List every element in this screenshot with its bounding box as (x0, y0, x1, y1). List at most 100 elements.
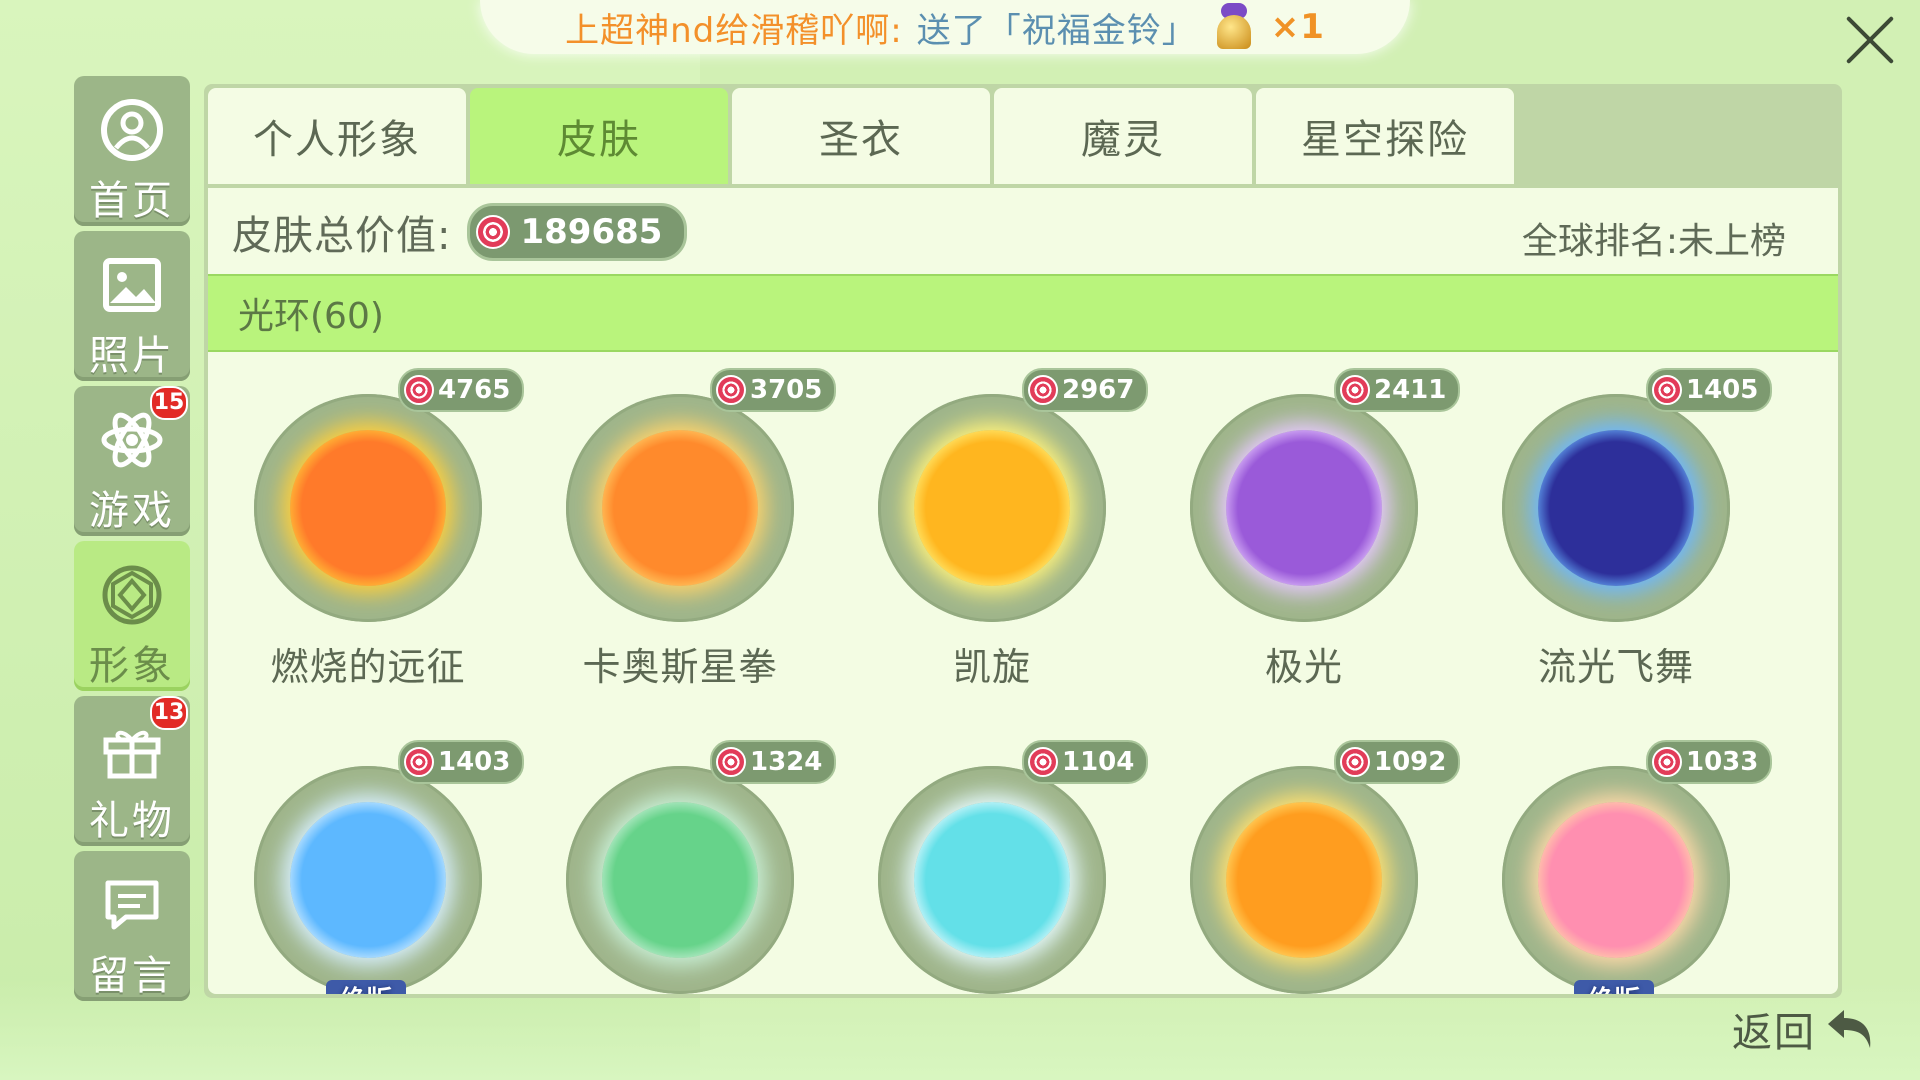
limited-edition-tag: 绝版 (326, 980, 406, 994)
item-price-pill: 3705 (710, 368, 837, 412)
halo-orb-icon (914, 802, 1070, 958)
item-price-pill: 1324 (710, 740, 837, 784)
item-name: 极光 (1264, 645, 1343, 689)
candy-gem-icon (1028, 375, 1058, 405)
item-name: 卡奥斯星拳 (582, 645, 778, 689)
item-name: 凯旋 (952, 645, 1031, 689)
candy-gem-icon (1652, 375, 1682, 405)
global-rank-text: 全球排名:未上榜 (1521, 221, 1786, 262)
candy-gem-icon (1028, 747, 1058, 777)
gift-notification-banner: 上超神nd给滑稽吖啊: 送了「祝福金铃」 ×1 (480, 0, 1410, 54)
candy-gem-icon (404, 375, 434, 405)
total-value-pill: 189685 (467, 203, 688, 261)
main-panel: 个人形象 皮肤 圣衣 魔灵 星空探险 皮肤总价值: 189685 全球排名:未上… (204, 84, 1842, 998)
item-price: 1324 (750, 747, 823, 777)
item-name: 燃烧的远征 (270, 645, 466, 689)
item-price-pill: 1403 (398, 740, 525, 784)
back-label: 返回 (1732, 1010, 1816, 1056)
diamond-icon (102, 565, 162, 625)
item-price: 1104 (1062, 747, 1135, 777)
tab-personal-image[interactable]: 个人形象 (208, 88, 466, 184)
sidebar-item-label: 礼物 (89, 798, 175, 844)
sidebar-item-label: 留言 (89, 953, 175, 999)
item-price-pill: 2411 (1334, 368, 1461, 412)
gift-icon (103, 730, 161, 779)
limited-edition-tag: 绝版 (1574, 980, 1654, 994)
banner-sender-text: 上超神nd给滑稽吖啊: (565, 10, 903, 51)
golden-bell-icon (1211, 3, 1257, 51)
sidebar-item-label: 形象 (89, 643, 175, 689)
halo-orb-icon (1538, 802, 1694, 958)
halo-orb-icon (602, 430, 758, 586)
back-button[interactable]: 返回 (1732, 1000, 1878, 1058)
item-price: 1405 (1686, 375, 1759, 405)
halo-item[interactable]: 1033 绝版 (1456, 736, 1773, 994)
section-title: 光环(60) (238, 296, 384, 337)
halo-orb-icon (290, 430, 446, 586)
item-price-pill: 1405 (1646, 368, 1773, 412)
halo-orb-icon (1226, 802, 1382, 958)
halo-item[interactable]: 4765 燃烧的远征 (208, 364, 525, 694)
candy-gem-icon (404, 747, 434, 777)
sidebar-item-games[interactable]: 游戏 15 (74, 386, 190, 536)
halo-item[interactable]: 1104 (832, 736, 1149, 994)
candy-gem-icon (1340, 375, 1370, 405)
candy-gem-icon (1340, 747, 1370, 777)
candy-gem-icon (1652, 747, 1682, 777)
item-price: 1092 (1374, 747, 1447, 777)
sidebar-item-photos[interactable]: 照片 (74, 231, 190, 381)
candy-gem-icon (716, 375, 746, 405)
halo-orb-icon (1226, 430, 1382, 586)
total-value-number: 189685 (520, 212, 663, 252)
sidebar-item-gifts[interactable]: 礼物 13 (74, 696, 190, 846)
close-icon[interactable] (1840, 10, 1900, 70)
item-name: 流光飞舞 (1537, 645, 1694, 689)
notification-badge: 15 (150, 386, 188, 420)
sidebar-item-label: 游戏 (89, 488, 175, 534)
item-price: 3705 (750, 375, 823, 405)
candy-gem-icon (476, 215, 511, 249)
atom-game-icon (101, 412, 163, 468)
item-price-pill: 2967 (1022, 368, 1149, 412)
halo-orb-icon (602, 802, 758, 958)
item-price-pill: 1092 (1334, 740, 1461, 784)
halo-item[interactable]: 3705 卡奥斯星拳 (520, 364, 837, 694)
notification-badge: 13 (150, 696, 188, 730)
section-header-halo[interactable]: 光环(60) (208, 274, 1838, 352)
total-value-row: 皮肤总价值: 189685 (232, 202, 688, 262)
sidebar-item-label: 首页 (89, 178, 175, 224)
halo-item[interactable]: 2967 凯旋 (832, 364, 1149, 694)
item-price-pill: 4765 (398, 368, 525, 412)
banner-gift-count: ×1 (1270, 7, 1325, 47)
item-price: 1403 (438, 747, 511, 777)
banner-action-text: 送了「祝福金铃」 (916, 10, 1197, 51)
item-price: 1033 (1686, 747, 1759, 777)
sidebar-item-label: 照片 (89, 333, 175, 379)
halo-item[interactable]: 1403 绝版 (208, 736, 525, 994)
item-price-pill: 1104 (1022, 740, 1149, 784)
item-price: 4765 (438, 375, 511, 405)
sidebar-item-avatar[interactable]: 形象 (74, 541, 190, 691)
sidebar-item-home[interactable]: 首页 (74, 76, 190, 226)
tab-bar: 个人形象 皮肤 圣衣 魔灵 星空探险 (208, 88, 1514, 184)
halo-item[interactable]: 1324 (520, 736, 837, 994)
halo-orb-icon (1538, 430, 1694, 586)
candy-gem-icon (716, 747, 746, 777)
item-price-pill: 1033 (1646, 740, 1773, 784)
photo-icon (103, 258, 161, 312)
home-profile-icon (101, 99, 163, 161)
tab-star-adventure[interactable]: 星空探险 (1256, 88, 1514, 184)
tab-holy-cloth[interactable]: 圣衣 (732, 88, 990, 184)
tab-spirits[interactable]: 魔灵 (994, 88, 1252, 184)
sidebar: 首页 照片 游戏 15 形象 礼物 13 留言 (74, 76, 192, 1006)
halo-orb-icon (290, 802, 446, 958)
halo-item[interactable]: 2411 极光 (1144, 364, 1461, 694)
message-icon (105, 880, 159, 930)
halo-item[interactable]: 1405 流光飞舞 (1456, 364, 1773, 694)
sidebar-item-messages[interactable]: 留言 (74, 851, 190, 1001)
skins-content: 皮肤总价值: 189685 全球排名:未上榜 光环(60) 4765 燃烧的远征 3… (208, 188, 1838, 994)
item-price: 2411 (1374, 375, 1447, 405)
tab-skins[interactable]: 皮肤 (470, 88, 728, 184)
item-price: 2967 (1062, 375, 1135, 405)
halo-item[interactable]: 1092 (1144, 736, 1461, 994)
